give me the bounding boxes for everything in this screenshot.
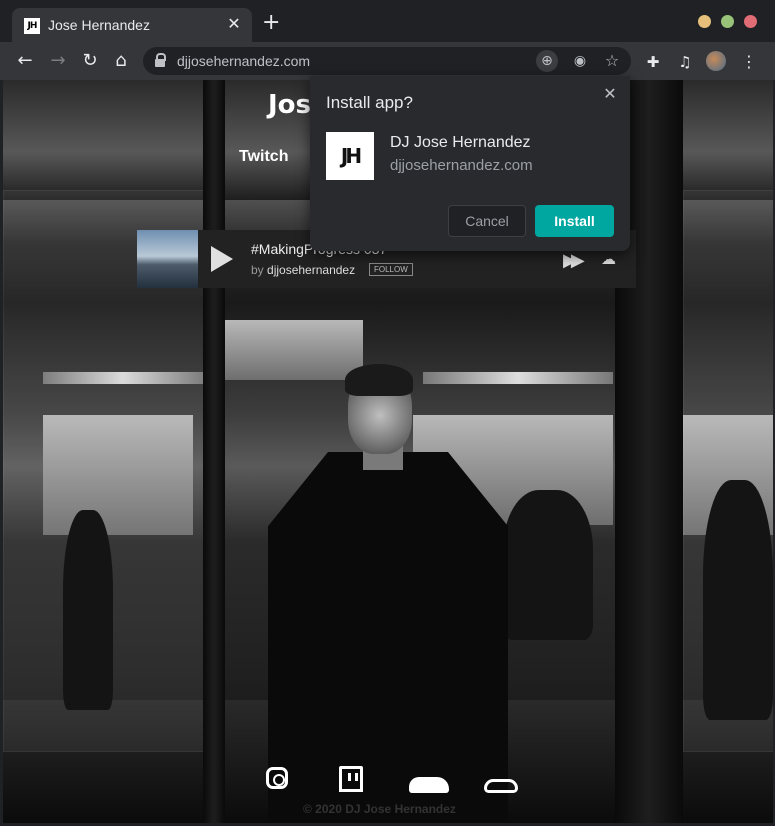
maximize-button[interactable] <box>721 15 734 28</box>
close-window-button[interactable] <box>744 15 757 28</box>
follow-button[interactable]: FOLLOW <box>369 263 413 276</box>
browser-window: JH Jose Hernandez ✕ + ← → ↻ ⌂ djjosehern… <box>0 0 775 826</box>
toolbar: ← → ↻ ⌂ djjosehernandez.com ⊕ ◉ ☆ ✚ ♫ ⋮ <box>0 42 775 80</box>
cancel-button[interactable]: Cancel <box>448 205 526 237</box>
bystander <box>503 490 593 640</box>
home-icon[interactable]: ⌂ <box>110 50 132 72</box>
reload-icon[interactable]: ↻ <box>79 50 101 72</box>
instagram-icon[interactable] <box>259 766 295 796</box>
eye-icon[interactable]: ◉ <box>569 50 591 72</box>
bystander <box>63 510 113 710</box>
url-text[interactable]: djjosehernandez.com <box>177 53 310 69</box>
app-name: DJ Jose Hernandez <box>390 134 531 151</box>
puzzle-icon[interactable]: ✚ <box>642 51 664 73</box>
tab-title: Jose Hernandez <box>48 17 150 33</box>
soundcloud-logo-icon[interactable]: ☁ <box>601 250 616 268</box>
minimize-button[interactable] <box>698 15 711 28</box>
app-host: djjosehernandez.com <box>390 157 533 174</box>
bystander <box>703 480 773 720</box>
next-track-icon[interactable]: ▶▶ <box>563 250 585 271</box>
track-user[interactable]: djjosehernandez <box>267 263 355 277</box>
install-app-dialog: Install app? ✕ JH DJ Jose Hernandez djjo… <box>310 76 630 251</box>
tab-strip: JH Jose Hernandez ✕ + <box>0 0 775 42</box>
ceiling-light <box>423 372 613 384</box>
new-tab-button[interactable]: + <box>262 12 280 34</box>
forward-icon[interactable]: → <box>47 50 69 72</box>
back-icon[interactable]: ← <box>14 50 36 72</box>
lock-icon[interactable] <box>155 53 166 67</box>
by-label: by <box>251 263 264 277</box>
pillar <box>203 80 225 823</box>
site-title: Jos <box>268 90 312 120</box>
dialog-title: Install app? <box>326 93 413 112</box>
star-icon[interactable]: ☆ <box>601 50 623 72</box>
favicon-icon: JH <box>24 18 40 34</box>
kebab-menu-icon[interactable]: ⋮ <box>738 51 760 73</box>
tab-active[interactable]: JH Jose Hernandez ✕ <box>12 8 252 42</box>
profile-avatar[interactable] <box>706 51 726 71</box>
install-app-icon[interactable]: ⊕ <box>536 50 558 72</box>
soundcloud-icon[interactable] <box>409 766 449 796</box>
person-hair <box>345 364 413 396</box>
copyright-text: © 2020 DJ Jose Hernandez <box>303 802 456 816</box>
install-button[interactable]: Install <box>535 205 614 237</box>
track-artwork[interactable] <box>137 230 198 288</box>
twitch-icon[interactable] <box>333 766 369 796</box>
nav-link-twitch[interactable]: Twitch <box>239 148 288 166</box>
track-byline: by djjosehernandez <box>251 263 355 277</box>
media-icon[interactable]: ♫ <box>674 51 696 73</box>
storefront <box>203 320 363 380</box>
mixcloud-icon[interactable] <box>483 766 519 796</box>
play-icon[interactable] <box>211 246 233 272</box>
tab-close-icon[interactable]: ✕ <box>224 14 244 34</box>
app-icon: JH <box>326 132 374 180</box>
address-bar[interactable]: djjosehernandez.com ⊕ ◉ ☆ <box>143 47 631 75</box>
dialog-close-icon[interactable]: ✕ <box>600 84 620 104</box>
person-coat <box>268 452 508 823</box>
